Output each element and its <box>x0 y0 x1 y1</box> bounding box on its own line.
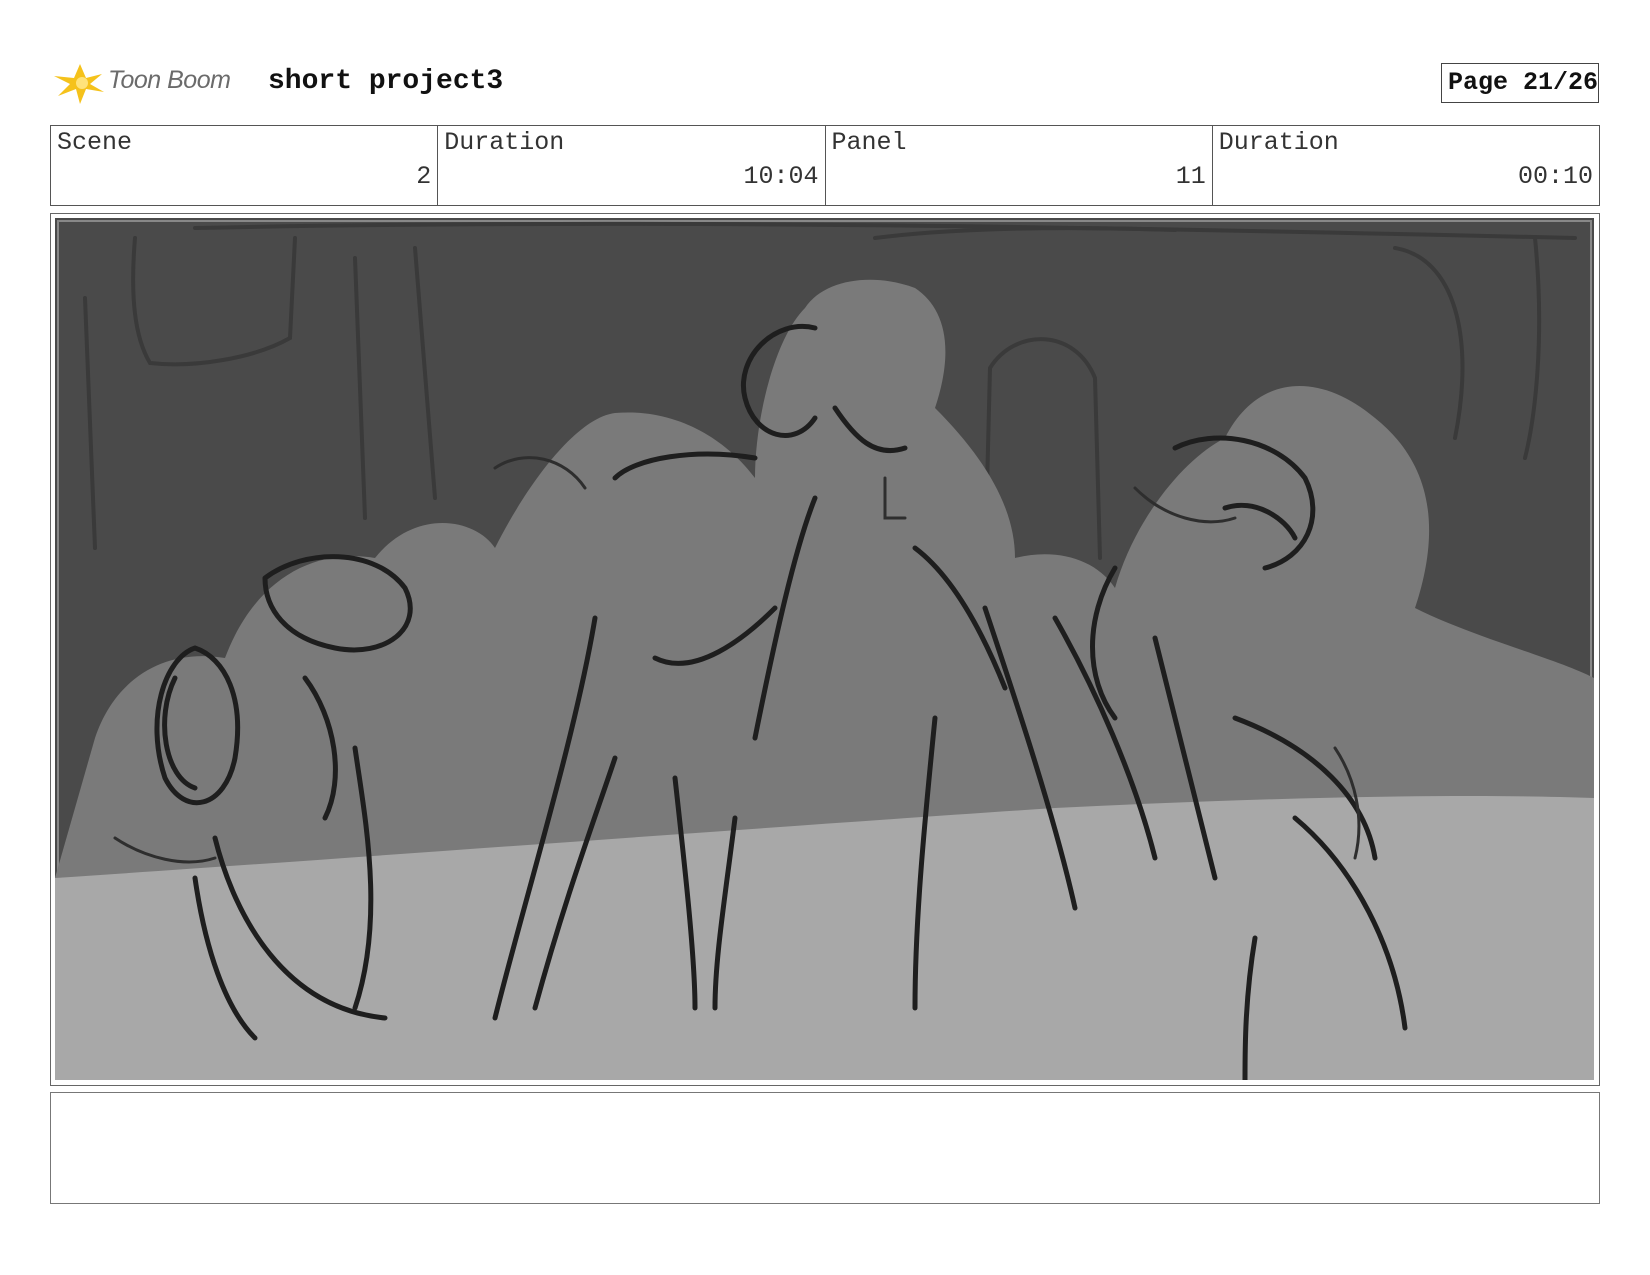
panel-cell: Panel 11 <box>826 126 1213 205</box>
page-indicator: Page 21/26 <box>1441 63 1599 103</box>
panel-label: Panel <box>831 128 907 157</box>
scene-duration-label: Duration <box>444 128 565 157</box>
panel-duration-label: Duration <box>1218 128 1339 157</box>
scene-duration-value: 10:04 <box>743 162 819 191</box>
scene-cell: Scene 2 <box>51 126 439 205</box>
panel-duration-value: 00:10 <box>1517 162 1593 191</box>
panel-notes-box <box>50 1092 1600 1204</box>
scene-label: Scene <box>57 128 133 157</box>
panel-info-table: Scene 2 Duration 10:04 Panel 11 Duration… <box>50 125 1600 206</box>
storyboard-sketch-image <box>55 218 1594 1080</box>
logo-text: Toon Boom <box>108 66 231 94</box>
project-title: short project3 <box>268 66 504 97</box>
star-burst-icon <box>54 64 104 104</box>
toon-boom-logo: Toon Boom <box>52 56 252 108</box>
storyboard-panel-frame <box>50 213 1600 1086</box>
scene-duration-cell: Duration 10:04 <box>438 126 826 205</box>
panel-duration-cell: Duration 00:10 <box>1213 126 1599 205</box>
panel-value: 11 <box>1175 162 1206 191</box>
scene-value: 2 <box>416 162 432 191</box>
